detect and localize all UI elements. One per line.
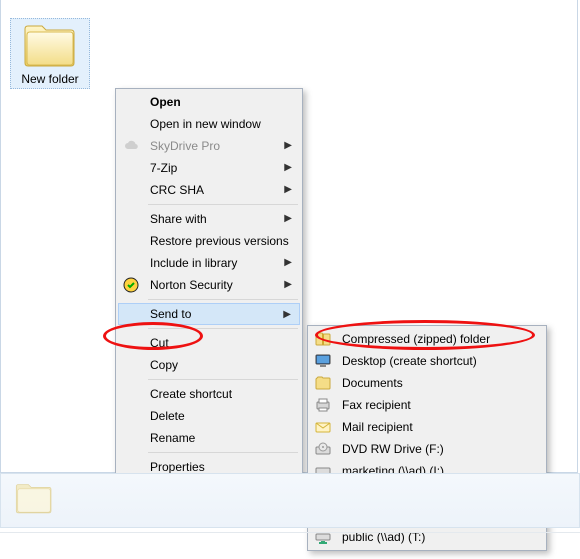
mail-icon [315,419,331,435]
send-fax-recipient[interactable]: Fax recipient [310,394,544,416]
menu-open[interactable]: Open [118,91,300,113]
send-desktop-shortcut[interactable]: Desktop (create shortcut) [310,350,544,372]
menu-cut[interactable]: Cut [118,332,300,354]
send-documents[interactable]: Documents [310,372,544,394]
cloud-icon [123,138,139,154]
menu-crc-sha[interactable]: CRC SHA▶ [118,179,300,201]
menu-send-to[interactable]: Send to▶ [118,303,300,325]
dvd-drive-icon [315,441,331,457]
menu-norton-security[interactable]: Norton Security▶ [118,274,300,296]
bottom-separator [0,532,580,533]
desktop-icon [315,353,331,369]
menu-rename[interactable]: Rename [118,427,300,449]
menu-copy[interactable]: Copy [118,354,300,376]
menu-delete[interactable]: Delete [118,405,300,427]
send-mail-recipient[interactable]: Mail recipient [310,416,544,438]
send-drive-public[interactable]: public (\\ad) (T:) [310,526,544,548]
menu-open-new-window[interactable]: Open in new window [118,113,300,135]
send-dvd-drive[interactable]: DVD RW Drive (F:) [310,438,544,460]
fax-icon [315,397,331,413]
menu-restore-versions[interactable]: Restore previous versions [118,230,300,252]
menu-share-with[interactable]: Share with▶ [118,208,300,230]
menu-7zip[interactable]: 7-Zip▶ [118,157,300,179]
send-compressed-folder[interactable]: Compressed (zipped) folder [310,328,544,350]
documents-icon [315,375,331,391]
folder-icon [13,21,87,69]
norton-shield-icon [123,277,139,293]
menu-skydrive-pro[interactable]: SkyDrive Pro▶ [118,135,300,157]
details-pane-folder-icon [14,481,54,515]
folder-label: New folder [13,72,87,86]
zip-folder-icon [315,331,331,347]
menu-include-library[interactable]: Include in library▶ [118,252,300,274]
context-menu-main: Open Open in new window SkyDrive Pro▶ 7-… [115,88,303,481]
menu-create-shortcut[interactable]: Create shortcut [118,383,300,405]
details-pane [0,473,580,528]
folder-item-new-folder[interactable]: New folder [10,18,90,89]
